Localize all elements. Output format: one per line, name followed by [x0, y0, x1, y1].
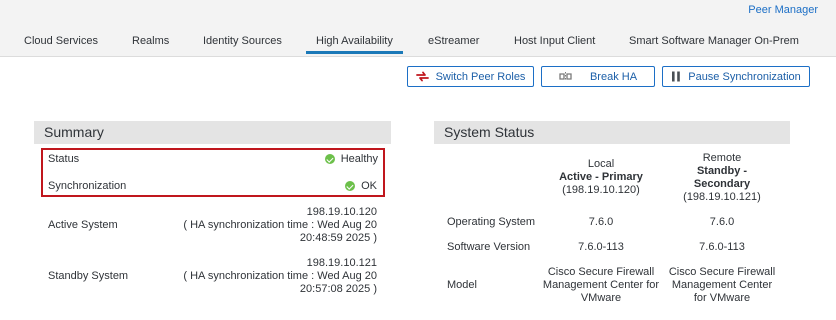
model-label: Model: [447, 279, 477, 291]
tab-cloud-services[interactable]: Cloud Services: [24, 35, 98, 57]
tab-smart-software-manager[interactable]: Smart Software Manager On-Prem: [629, 35, 799, 57]
break-ha-label: Break HA: [589, 70, 638, 83]
synchronization-label: Synchronization: [48, 180, 127, 192]
local-model-line3: VMware: [580, 292, 622, 304]
remote-model-value: Cisco Secure Firewall Management Center …: [662, 266, 782, 305]
local-ip: (198.19.10.120): [562, 184, 640, 196]
tab-identity-sources[interactable]: Identity Sources: [203, 35, 282, 57]
local-model-value: Cisco Secure Firewall Management Center …: [541, 266, 661, 305]
summary-header: Summary: [34, 121, 391, 144]
active-system-label: Active System: [48, 219, 118, 231]
standby-system-value: 198.19.10.121 ( HA synchronization time …: [183, 257, 377, 296]
remote-model-line2: Management Center: [671, 279, 773, 291]
tab-host-input-client[interactable]: Host Input Client: [514, 35, 595, 57]
break-ha-icon: [559, 72, 572, 81]
software-version-label: Software Version: [447, 241, 531, 253]
switch-peer-roles-button[interactable]: Switch Peer Roles: [407, 66, 534, 87]
local-role: Active - Primary: [559, 171, 643, 183]
tab-high-availability[interactable]: High Availability: [306, 35, 403, 57]
remote-software-value: 7.6.0-113: [699, 241, 745, 253]
remote-model-line3: for VMware: [693, 292, 751, 304]
top-navigation-bar: Peer Manager Cloud Services Realms Ident…: [0, 0, 836, 57]
switch-peer-roles-label: Switch Peer Roles: [435, 70, 526, 83]
active-sync-time-line1: ( HA synchronization time : Wed Aug 20: [183, 219, 377, 231]
remote-heading: Remote: [702, 152, 742, 164]
standby-sync-time-line2: 20:57:08 2025 ): [299, 283, 377, 295]
standby-sync-time-line1: ( HA synchronization time : Wed Aug 20: [183, 270, 377, 282]
standby-system-ip: 198.19.10.121: [306, 257, 377, 269]
peer-manager-link[interactable]: Peer Manager: [748, 4, 818, 16]
local-column-header: Local Active - Primary (198.19.10.120): [541, 158, 661, 197]
tab-realms[interactable]: Realms: [132, 35, 169, 57]
switch-roles-icon: [415, 71, 429, 82]
remote-role-line1: Standby -: [696, 165, 748, 177]
remote-ip: (198.19.10.121): [683, 191, 761, 203]
remote-model-line1: Cisco Secure Firewall: [668, 266, 776, 278]
break-ha-button[interactable]: Break HA: [541, 66, 655, 87]
local-model-line2: Management Center for: [542, 279, 660, 291]
active-system-value: 198.19.10.120 ( HA synchronization time …: [183, 206, 377, 245]
local-heading: Local: [587, 158, 615, 170]
pause-synchronization-button[interactable]: Pause Synchronization: [662, 66, 810, 87]
remote-os-value: 7.6.0: [709, 216, 735, 228]
tab-estreamer[interactable]: eStreamer: [428, 35, 479, 57]
local-model-line1: Cisco Secure Firewall: [547, 266, 655, 278]
active-system-ip: 198.19.10.120: [306, 206, 377, 218]
remote-role-line2: Secondary: [693, 178, 751, 190]
pause-icon: [672, 71, 681, 82]
pause-synchronization-label: Pause Synchronization: [688, 70, 801, 83]
local-os-value: 7.6.0: [588, 216, 614, 228]
operating-system-label: Operating System: [447, 216, 536, 228]
healthy-check-icon: [324, 154, 335, 164]
status-text: Healthy: [340, 153, 378, 165]
local-software-value: 7.6.0-113: [578, 241, 624, 253]
remote-column-header: Remote Standby - Secondary (198.19.10.12…: [662, 152, 782, 204]
sync-ok-check-icon: [345, 181, 356, 191]
synchronization-text: OK: [361, 180, 377, 192]
system-status-header: System Status: [434, 121, 790, 144]
standby-system-label: Standby System: [48, 270, 129, 282]
status-value: Healthy: [324, 153, 378, 165]
status-label: Status: [48, 153, 80, 165]
active-sync-time-line2: 20:48:59 2025 ): [299, 232, 377, 244]
synchronization-value: OK: [345, 180, 377, 192]
